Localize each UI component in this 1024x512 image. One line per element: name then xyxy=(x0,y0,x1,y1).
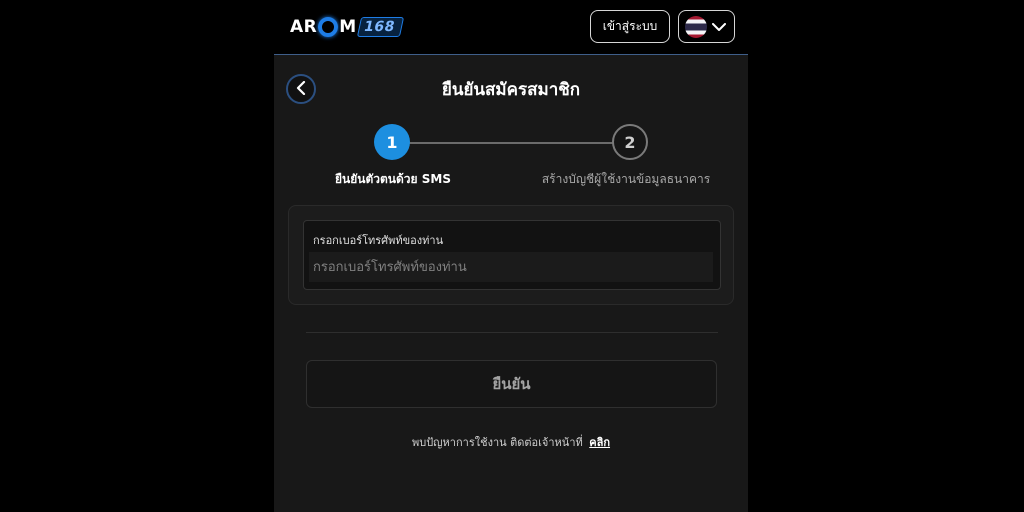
confirm-button[interactable]: ยืนยัน xyxy=(306,360,717,408)
step-1-label: ยืนยันตัวตนด้วย SMS xyxy=(335,172,451,186)
phone-input[interactable] xyxy=(309,252,713,282)
page-title: ยืนยันสมัครสมาชิก xyxy=(441,80,581,100)
divider xyxy=(306,332,718,333)
app-container: AR M 168 เข้าสู่ระบบ ยืนยันสมัครสมาชิก 1… xyxy=(274,0,748,512)
chevron-down-icon xyxy=(712,17,726,36)
logo-number: 168 xyxy=(356,17,404,37)
phone-form-card: กรอกเบอร์โทรศัพท์ของท่าน xyxy=(288,205,734,305)
step-2-label: สร้างบัญชีผู้ใช้งานข้อมูลธนาคาร xyxy=(541,172,711,186)
help-link[interactable]: คลิก xyxy=(589,436,610,449)
help-text: พบปัญหาการใช้งาน ติดต่อเจ้าหน้าที่ xyxy=(411,436,583,449)
logo-text-left: AR xyxy=(290,17,318,37)
thai-flag-icon xyxy=(685,15,707,38)
top-bar: AR M 168 เข้าสู่ระบบ xyxy=(274,0,748,55)
logo-text-mid: M xyxy=(339,17,357,37)
step-1-indicator: 1 xyxy=(374,124,410,160)
help-row: พบปัญหาการใช้งาน ติดต่อเจ้าหน้าที่ คลิก xyxy=(274,433,748,451)
stepper-connector xyxy=(408,142,628,144)
login-button[interactable]: เข้าสู่ระบบ xyxy=(590,10,670,43)
phone-field-container: กรอกเบอร์โทรศัพท์ของท่าน xyxy=(303,220,721,290)
phone-field-label: กรอกเบอร์โทรศัพท์ของท่าน xyxy=(313,234,444,247)
step-2-indicator: 2 xyxy=(612,124,648,160)
logo[interactable]: AR M 168 xyxy=(290,14,404,40)
language-selector[interactable] xyxy=(678,10,735,43)
logo-ring-icon xyxy=(318,17,339,37)
